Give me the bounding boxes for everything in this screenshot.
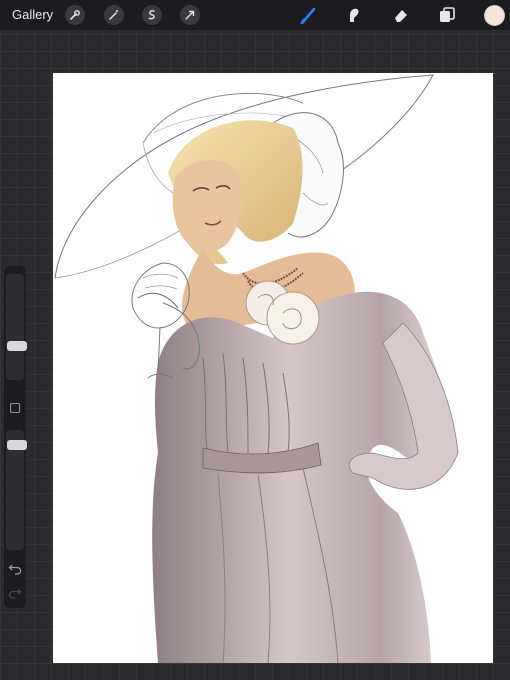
adjustments-button[interactable]: [104, 5, 124, 25]
actions-wrench-button[interactable]: [65, 5, 85, 25]
smudge-icon: [350, 8, 359, 22]
brush-size-thumb[interactable]: [7, 341, 27, 351]
magic-wand-icon: [109, 10, 118, 20]
modify-square-icon[interactable]: [10, 403, 20, 413]
layers-icon: [440, 7, 455, 22]
layers-button[interactable]: [436, 4, 458, 26]
redo-icon[interactable]: [8, 586, 22, 600]
artwork-illustration: [54, 74, 459, 663]
selection-icon: [148, 10, 155, 20]
wrench-icon: [70, 10, 80, 20]
transform-button[interactable]: [180, 5, 200, 25]
color-picker-swatch[interactable]: [484, 5, 505, 26]
drawing-canvas[interactable]: [53, 73, 493, 663]
brush-tool-button[interactable]: [298, 4, 320, 26]
selection-button[interactable]: [142, 5, 162, 25]
gallery-button[interactable]: Gallery: [12, 7, 53, 22]
undo-icon[interactable]: [8, 562, 22, 576]
brush-icon: [300, 7, 316, 24]
opacity-thumb[interactable]: [7, 440, 27, 450]
transform-arrow-icon: [185, 10, 195, 20]
left-sidebar: [4, 266, 27, 608]
top-toolbar: Gallery: [0, 0, 510, 30]
eraser-tool-button[interactable]: [390, 4, 412, 26]
smudge-tool-button[interactable]: [343, 4, 365, 26]
brush-size-slider[interactable]: [6, 274, 27, 380]
eraser-icon: [395, 10, 407, 22]
opacity-slider[interactable]: [6, 430, 27, 550]
